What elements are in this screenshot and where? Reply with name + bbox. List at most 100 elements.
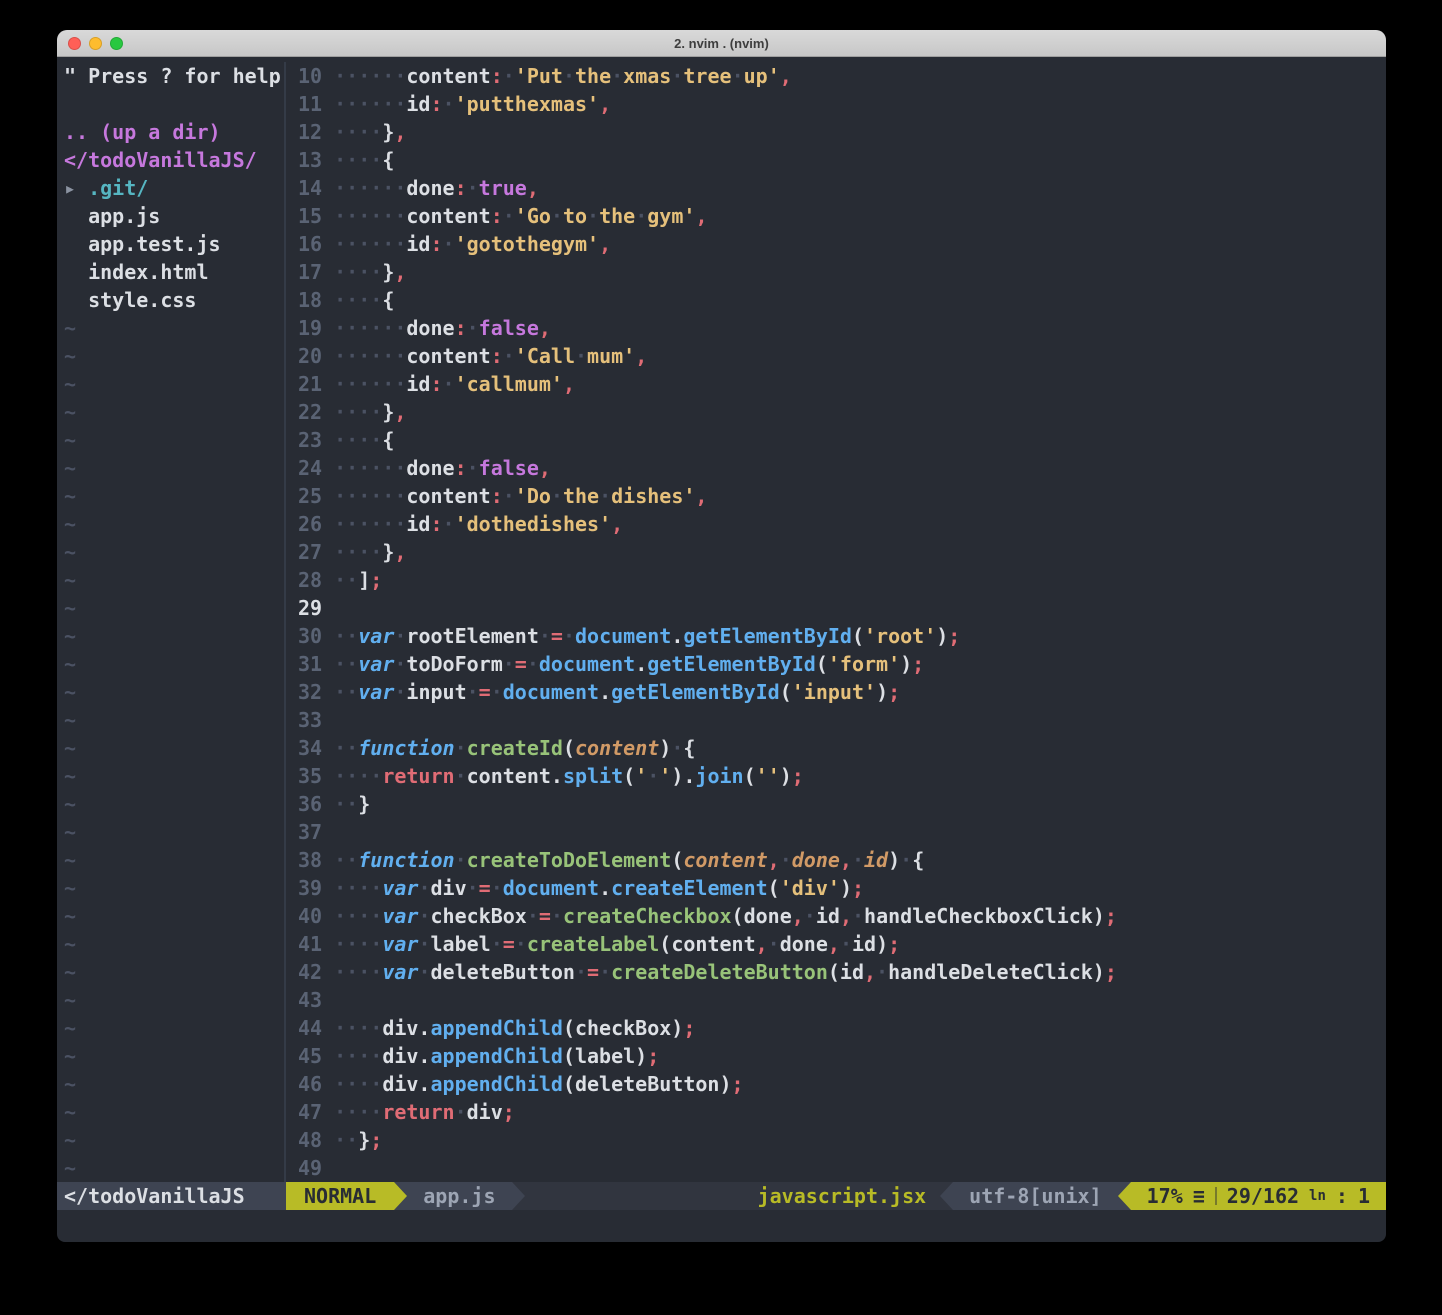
file-item-index-html[interactable]: index.html bbox=[64, 258, 284, 286]
code-line-42[interactable]: 42····var·deleteButton·=·createDeleteBut… bbox=[286, 958, 1386, 986]
line-number: 44 bbox=[286, 1014, 322, 1042]
code-line-38[interactable]: 38··function·createToDoElement(content,·… bbox=[286, 846, 1386, 874]
code-line-24[interactable]: 24······done:·false, bbox=[286, 454, 1386, 482]
line-number: 17 bbox=[286, 258, 322, 286]
code-line-44[interactable]: 44····div.appendChild(checkBox); bbox=[286, 1014, 1386, 1042]
statusline-spacer bbox=[525, 1182, 744, 1210]
code-line-48[interactable]: 48··}; bbox=[286, 1126, 1386, 1154]
code-line-36[interactable]: 36··} bbox=[286, 790, 1386, 818]
minimize-button[interactable] bbox=[89, 37, 102, 50]
code-line-35[interactable]: 35····return·content.split('·').join('')… bbox=[286, 762, 1386, 790]
empty-buffer-tilde: ~ bbox=[64, 314, 284, 342]
code-line-34[interactable]: 34··function·createId(content)·{ bbox=[286, 734, 1386, 762]
file-item-app-js[interactable]: app.js bbox=[64, 202, 284, 230]
split-panes: " Press ? for help .. (up a dir)</todoVan… bbox=[57, 62, 1386, 1182]
code-line-32[interactable]: 32··var·input·=·document.getElementById(… bbox=[286, 678, 1386, 706]
empty-buffer-tilde: ~ bbox=[64, 622, 284, 650]
file-item-style-css[interactable]: style.css bbox=[64, 286, 284, 314]
statusline: </todoVanillaJS NORMAL app.js javascript… bbox=[57, 1182, 1386, 1210]
code-line-26[interactable]: 26······id:·'dothedishes', bbox=[286, 510, 1386, 538]
line-number: 24 bbox=[286, 454, 322, 482]
empty-buffer-tilde: ~ bbox=[64, 902, 284, 930]
explorer-statusline-path: </todoVanillaJS bbox=[57, 1182, 286, 1210]
code-line-29[interactable]: 29 bbox=[286, 594, 1386, 622]
line-number: 16 bbox=[286, 230, 322, 258]
file-explorer-pane[interactable]: " Press ? for help .. (up a dir)</todoVan… bbox=[57, 62, 284, 1182]
line-number: 41 bbox=[286, 930, 322, 958]
line-number: 34 bbox=[286, 734, 322, 762]
line-number: 28 bbox=[286, 566, 322, 594]
empty-buffer-tilde: ~ bbox=[64, 930, 284, 958]
powerline-arrow-icon bbox=[512, 1182, 525, 1210]
code-line-16[interactable]: 16······id:·'gotothegym', bbox=[286, 230, 1386, 258]
code-line-49[interactable]: 49 bbox=[286, 1154, 1386, 1182]
line-number: 36 bbox=[286, 790, 322, 818]
code-line-21[interactable]: 21······id:·'callmum', bbox=[286, 370, 1386, 398]
line-number-icon: ln bbox=[1309, 1182, 1326, 1210]
empty-buffer-tilde: ~ bbox=[64, 342, 284, 370]
code-line-15[interactable]: 15······content:·'Go·to·the·gym', bbox=[286, 202, 1386, 230]
code-line-23[interactable]: 23····{ bbox=[286, 426, 1386, 454]
line-number: 45 bbox=[286, 1042, 322, 1070]
code-line-46[interactable]: 46····div.appendChild(deleteButton); bbox=[286, 1070, 1386, 1098]
empty-buffer-tilde: ~ bbox=[64, 1126, 284, 1154]
code-line-41[interactable]: 41····var·label·=·createLabel(content,·d… bbox=[286, 930, 1386, 958]
line-number: 20 bbox=[286, 342, 322, 370]
line-number: 29 bbox=[286, 594, 322, 622]
statusline-filename: app.js bbox=[407, 1182, 511, 1210]
code-line-12[interactable]: 12····}, bbox=[286, 118, 1386, 146]
code-line-11[interactable]: 11······id:·'putthexmas', bbox=[286, 90, 1386, 118]
empty-buffer-tilde: ~ bbox=[64, 594, 284, 622]
code-line-27[interactable]: 27····}, bbox=[286, 538, 1386, 566]
code-line-18[interactable]: 18····{ bbox=[286, 286, 1386, 314]
code-line-33[interactable]: 33 bbox=[286, 706, 1386, 734]
code-line-13[interactable]: 13····{ bbox=[286, 146, 1386, 174]
statusline-encoding: utf-8[unix] bbox=[953, 1182, 1117, 1210]
line-number: 39 bbox=[286, 874, 322, 902]
line-number: 31 bbox=[286, 650, 322, 678]
empty-buffer-tilde: ~ bbox=[64, 398, 284, 426]
line-number: 18 bbox=[286, 286, 322, 314]
empty-buffer-tilde: ~ bbox=[64, 1098, 284, 1126]
explorer-banner: " Press ? for help bbox=[64, 62, 284, 90]
file-item-app-test-js[interactable]: app.test.js bbox=[64, 230, 284, 258]
code-line-22[interactable]: 22····}, bbox=[286, 398, 1386, 426]
code-line-43[interactable]: 43 bbox=[286, 986, 1386, 1014]
line-number: 23 bbox=[286, 426, 322, 454]
nvim-terminal: " Press ? for help.. (up a dir)</todoVan… bbox=[57, 57, 1386, 1242]
code-line-20[interactable]: 20······content:·'Call·mum', bbox=[286, 342, 1386, 370]
empty-buffer-tilde: ~ bbox=[64, 566, 284, 594]
empty-buffer-tilde: ~ bbox=[64, 790, 284, 818]
line-number: 40 bbox=[286, 902, 322, 930]
empty-buffer-tilde: ~ bbox=[64, 818, 284, 846]
powerline-arrow-icon bbox=[394, 1182, 407, 1210]
window-title: 2. nvim . (nvim) bbox=[57, 36, 1386, 51]
code-line-31[interactable]: 31··var·toDoForm·=·document.getElementBy… bbox=[286, 650, 1386, 678]
code-line-45[interactable]: 45····div.appendChild(label); bbox=[286, 1042, 1386, 1070]
code-line-28[interactable]: 28··]; bbox=[286, 566, 1386, 594]
line-number: 21 bbox=[286, 370, 322, 398]
code-line-19[interactable]: 19······done:·false, bbox=[286, 314, 1386, 342]
code-line-37[interactable]: 37 bbox=[286, 818, 1386, 846]
title-bar[interactable]: 2. nvim . (nvim) bbox=[57, 30, 1386, 57]
code-line-30[interactable]: 30··var·rootElement·=·document.getElemen… bbox=[286, 622, 1386, 650]
empty-buffer-tilde: ~ bbox=[64, 510, 284, 538]
code-line-39[interactable]: 39····var·div·=·document.createElement('… bbox=[286, 874, 1386, 902]
line-number: 35 bbox=[286, 762, 322, 790]
code-line-10[interactable]: 10······content:·'Put·the·xmas·tree·up', bbox=[286, 62, 1386, 90]
zoom-button[interactable] bbox=[110, 37, 123, 50]
line-number: 14 bbox=[286, 174, 322, 202]
command-line[interactable] bbox=[57, 1210, 1386, 1238]
up-dir-item[interactable]: .. (up a dir) bbox=[64, 118, 284, 146]
explorer-blank-line bbox=[64, 90, 284, 118]
code-line-17[interactable]: 17····}, bbox=[286, 258, 1386, 286]
dir-item-git[interactable]: ▸ .git/ bbox=[64, 174, 284, 202]
code-line-14[interactable]: 14······done:·true, bbox=[286, 174, 1386, 202]
code-line-47[interactable]: 47····return·div; bbox=[286, 1098, 1386, 1126]
editor-pane[interactable]: 10······content:·'Put·the·xmas·tree·up',… bbox=[286, 62, 1386, 1182]
root-dir-item[interactable]: </todoVanillaJS/ bbox=[64, 146, 284, 174]
line-number: 10 bbox=[286, 62, 322, 90]
code-line-40[interactable]: 40····var·checkBox·=·createCheckbox(done… bbox=[286, 902, 1386, 930]
close-button[interactable] bbox=[68, 37, 81, 50]
code-line-25[interactable]: 25······content:·'Do·the·dishes', bbox=[286, 482, 1386, 510]
